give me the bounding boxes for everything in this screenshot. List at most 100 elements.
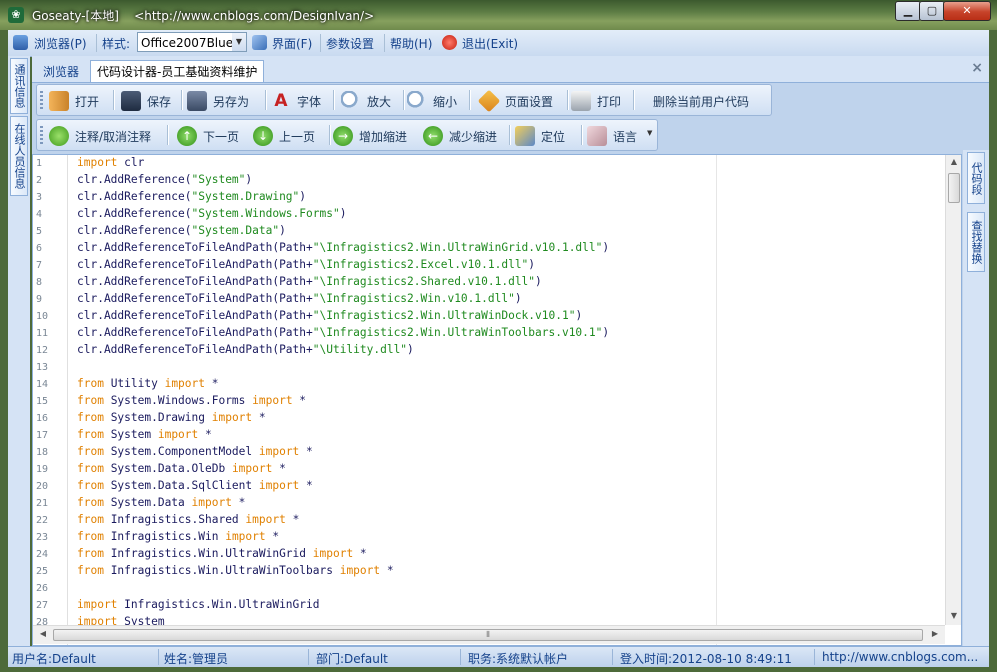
keyword-token: import [339,564,381,577]
code-line: from System import * [77,428,212,441]
next-page-button[interactable]: ↑ 下一页 [177,120,247,150]
menu-browser[interactable]: 浏览器(P) [34,35,87,52]
app-icon: ❀ [8,7,24,23]
line-number: 14 [36,379,49,390]
tab-browser[interactable]: 浏览器 [36,60,86,82]
status-url[interactable]: http://www.cnblogs.com... [822,650,978,664]
scroll-right-icon[interactable]: ▶ [929,629,941,641]
keyword-token: import [211,411,253,424]
code-token: * [231,496,246,509]
horizontal-scroll-thumb[interactable]: ⦀ [53,629,923,641]
save-as-button[interactable]: 另存为 [187,85,265,115]
page-setup-button[interactable]: 页面设置 [477,85,567,115]
menu-help[interactable]: 帮助(H) [390,35,432,52]
prev-page-button[interactable]: ↓ 上一页 [253,120,323,150]
line-number: 27 [36,600,49,611]
left-tab-online-users[interactable]: 在线人员信息 [10,116,28,196]
power-icon [442,35,457,50]
line-number: 9 [36,294,43,305]
minimize-button[interactable]: ▁ [895,1,921,21]
string-token: "\Infragistics2.Excel.v10.1.dll" [312,258,529,271]
line-number: 25 [36,566,49,577]
maximize-button[interactable]: ▢ [919,1,945,21]
line-number: 13 [36,362,49,373]
chevron-down-icon[interactable]: ▼ [232,33,246,51]
line-number: 21 [36,498,49,509]
toolbar-grip[interactable] [40,126,43,146]
zoom-out-button[interactable]: 缩小 [407,85,469,115]
code-line: clr.AddReference("System") [77,173,252,186]
print-button[interactable]: 打印 [571,85,631,115]
save-as-icon [187,91,207,111]
code-token: clr.AddReferenceToFileAndPath(Path+ [77,258,313,271]
code-token: Infragistics.Win.UltraWinGrid [103,547,313,560]
code-token: clr.AddReference( [77,190,192,203]
keyword-token: from [77,394,104,407]
code-line: from System.Data.OleDb import * [77,462,286,475]
line-number: 1 [36,158,43,169]
code-editor[interactable]: 1 2 3 4 5 6 7 8 9 10 11 12 13 14 15 16 17 18 19 20 21 22 23 24 2… [32,154,962,646]
code-token: clr.AddReferenceToFileAndPath(Path+ [77,343,313,356]
code-token: * [198,428,212,441]
font-button[interactable]: A 字体 [271,85,333,115]
language-dropdown[interactable]: 语言 ▼ [587,120,657,150]
scroll-left-icon[interactable]: ◀ [37,629,49,641]
zoom-in-button[interactable]: 放大 [341,85,403,115]
code-token: System.Data.OleDb [103,462,232,475]
menu-exit[interactable]: 退出(Exit) [462,35,518,52]
close-window-button[interactable]: ✕ [943,1,991,21]
chevron-down-icon: ▼ [647,129,653,137]
indent-button[interactable]: → 增加缩进 [333,120,413,150]
code-token: clr.AddReferenceToFileAndPath(Path+ [77,309,313,322]
style-select[interactable]: Office2007Blue ▼ [137,32,247,52]
code-token: clr [117,156,145,169]
refresh-icon [49,126,69,146]
code-line: from Infragistics.Win.UltraWinGrid impor… [77,547,367,560]
scroll-up-icon[interactable]: ▲ [948,157,960,169]
code-token: clr.AddReference( [77,224,192,237]
code-token: * [380,564,394,577]
comment-button[interactable]: 注释/取消注释 [49,120,161,150]
code-token: ) [528,258,536,271]
zoom-out-icon [407,91,427,111]
close-tab-icon[interactable]: × [971,60,983,76]
right-tab-snippets[interactable]: 代码段 [967,152,985,204]
code-line: clr.AddReferenceToFileAndPath(Path+"\Inf… [77,309,582,322]
line-number: 22 [36,515,49,526]
vertical-scroll-thumb[interactable] [948,173,960,203]
save-button[interactable]: 保存 [121,85,181,115]
scroll-down-icon[interactable]: ▼ [948,611,960,623]
keyword-token: import [312,547,354,560]
toolbar-file: 打开 保存 另存为 A 字体 放大 缩小 页面设置 打印 删除当前用户代码 [36,84,772,116]
code-token: ) [299,190,307,203]
tab-code-designer[interactable]: 代码设计器-员工基础资料维护 [90,60,265,82]
keyword-token: import [231,462,273,475]
left-tab-messages[interactable]: 通讯信息 [10,58,28,114]
menu-interface[interactable]: 界面(F) [272,35,312,52]
line-number: 18 [36,447,49,458]
right-tab-find-replace[interactable]: 查找替换 [967,212,985,272]
locate-button[interactable]: 定位 [515,120,577,150]
line-number: 10 [36,311,49,322]
delete-user-code-button[interactable]: 删除当前用户代码 [647,85,767,115]
line-number: 2 [36,175,43,186]
menu-separator [320,34,321,52]
code-token: ) [602,326,610,339]
interface-icon [252,35,267,50]
outdent-button[interactable]: ← 减少缩进 [423,120,503,150]
vertical-scrollbar[interactable]: ▲ ▼ [945,155,961,625]
status-separator [308,649,309,665]
keyword-token: import [225,530,266,543]
keyword-token: from [77,479,104,492]
code-line: clr.AddReferenceToFileAndPath(Path+"\Uti… [77,343,414,356]
line-number: 6 [36,243,43,254]
toolbar-grip[interactable] [40,91,43,111]
code-token: System.Drawing [103,411,212,424]
style-label: 样式: [102,37,131,51]
open-button[interactable]: 打开 [49,85,113,115]
horizontal-scrollbar[interactable]: ◀ ⦀ ▶ [33,625,945,644]
toolbar-separator [633,90,635,110]
code-line: from System.Windows.Forms import * [77,394,306,407]
code-line: import Infragistics.Win.UltraWinGrid [77,598,320,611]
menu-params[interactable]: 参数设置 [326,35,374,52]
